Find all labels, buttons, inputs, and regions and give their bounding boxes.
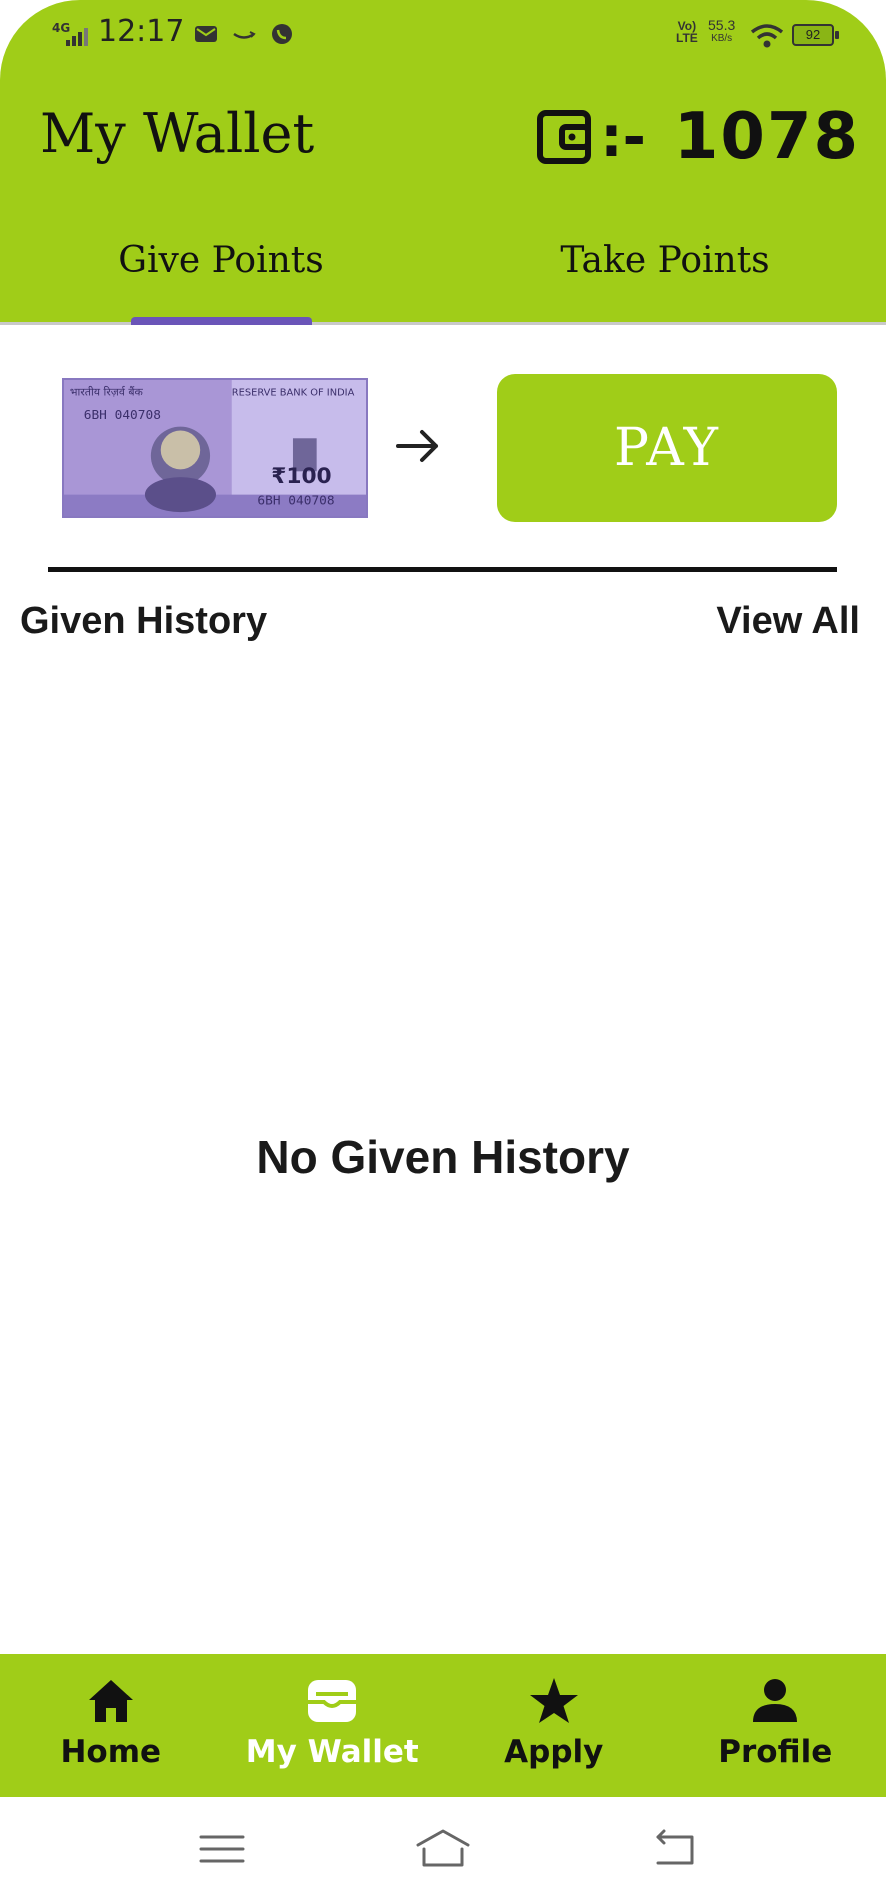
- message-icon: [195, 26, 217, 42]
- star-icon: [529, 1678, 578, 1723]
- note-serial-bottom: 6BH 040708: [257, 492, 334, 507]
- cellular-signal-icon: 4G: [52, 21, 88, 46]
- page-title: My Wallet: [40, 102, 315, 165]
- note-denomination: ₹100: [271, 464, 331, 489]
- nav-home-label: Home: [60, 1734, 162, 1770]
- note-serial-top: 6BH 040708: [84, 407, 161, 422]
- tab-give-points[interactable]: Give Points: [71, 240, 371, 281]
- bottom-navigation: Home My Wallet Apply Profile: [0, 1654, 886, 1797]
- nav-apply-label: Apply: [504, 1734, 604, 1770]
- section-divider: [48, 567, 837, 572]
- amazon-icon: [233, 31, 256, 39]
- wallet-icon: [308, 1680, 357, 1722]
- note-header-hindi: भारतीय रिज़र्व बैंक: [70, 386, 144, 399]
- nav-home[interactable]: Home: [0, 1654, 222, 1797]
- arrow-right-icon: [396, 430, 438, 462]
- nav-apply[interactable]: Apply: [443, 1654, 665, 1797]
- nav-profile-label: Profile: [718, 1734, 833, 1770]
- note-header-english: RESERVE BANK OF INDIA: [232, 388, 355, 399]
- balance-separator: :-: [600, 104, 646, 170]
- nav-my-wallet[interactable]: My Wallet: [222, 1654, 444, 1797]
- status-bar: 4G 12:17 Vo) LTE 55.3 KB/s 92: [0, 0, 886, 70]
- empty-history-message: No Given History: [256, 1131, 630, 1183]
- banknote-image: भारतीय रिज़र्व बैंक RESERVE BANK OF INDI…: [62, 378, 368, 518]
- balance-value: 1078: [673, 100, 860, 174]
- view-all-link[interactable]: View All: [716, 600, 860, 643]
- app-header: 4G 12:17 Vo) LTE 55.3 KB/s 92 My Wallet :-: [0, 0, 886, 325]
- network-speed: 55.3 KB/s: [708, 17, 736, 44]
- nav-profile[interactable]: Profile: [665, 1654, 886, 1797]
- back-icon[interactable]: [650, 1827, 700, 1871]
- home-icon: [88, 1680, 133, 1722]
- notification-icons: [192, 20, 296, 48]
- volte-indicator: Vo) LTE: [676, 19, 698, 45]
- network-type-label: 4G: [52, 21, 70, 35]
- pay-button[interactable]: PAY: [497, 374, 837, 522]
- home-outline-icon[interactable]: [414, 1827, 472, 1871]
- history-title: Given History: [20, 600, 268, 642]
- battery-indicator: 92: [792, 24, 839, 46]
- system-navigation-bar: [0, 1797, 886, 1900]
- nav-my-wallet-label: My Wallet: [245, 1734, 419, 1770]
- tab-take-points[interactable]: Take Points: [515, 240, 815, 281]
- person-icon: [753, 1679, 798, 1722]
- menu-icon[interactable]: [197, 1827, 247, 1871]
- wallet-balance: :- 1078: [536, 100, 860, 174]
- status-time: 12:17: [98, 14, 185, 49]
- active-tab-indicator: [131, 317, 312, 325]
- wallet-icon: [537, 110, 592, 164]
- wifi-icon: [750, 24, 784, 48]
- whatsapp-icon: [272, 24, 292, 44]
